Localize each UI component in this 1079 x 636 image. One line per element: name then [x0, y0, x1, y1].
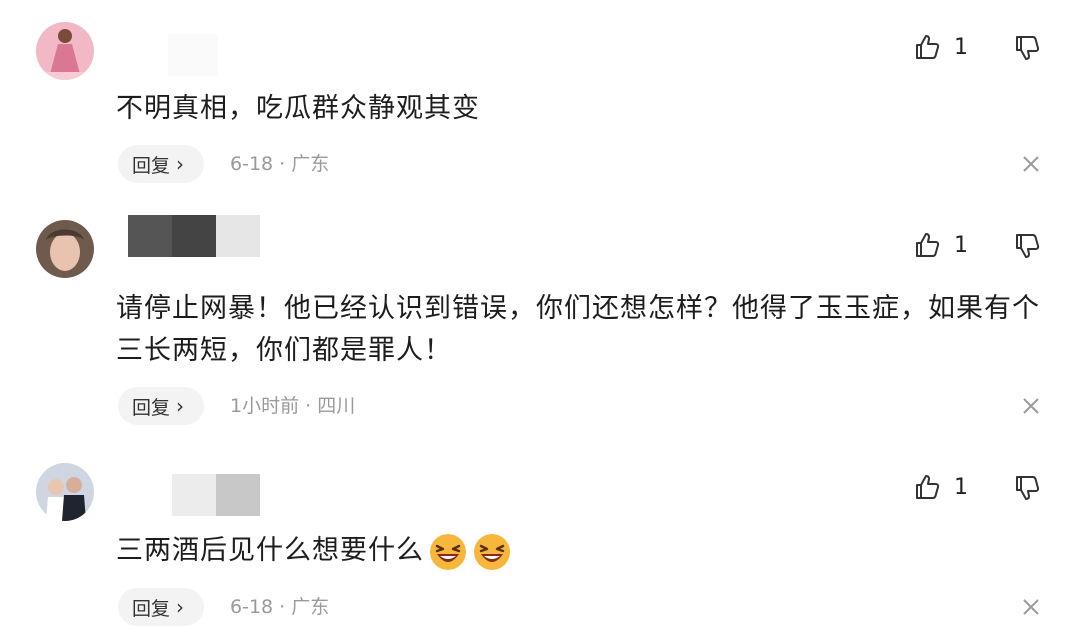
comment-meta: 6-18 · 广东: [230, 596, 330, 618]
reply-button[interactable]: 回复 ›: [118, 588, 204, 626]
comment-text: 不明真相，吃瓜群众静观其变: [116, 93, 480, 124]
user-avatar[interactable]: [36, 220, 94, 278]
thumbs-up-icon: [916, 475, 940, 499]
comment-meta: 6-18 · 广东: [230, 153, 330, 175]
user-avatar[interactable]: [36, 463, 94, 521]
close-icon[interactable]: [1020, 596, 1042, 618]
reply-button[interactable]: 回复 ›: [118, 387, 204, 425]
like-button[interactable]: 1: [912, 230, 968, 260]
laughing-face-emoji: [430, 533, 466, 570]
reply-label: 回复: [132, 154, 171, 177]
chevron-right-icon: ›: [176, 394, 185, 418]
user-avatar[interactable]: [36, 22, 94, 80]
username-blurred[interactable]: [128, 34, 228, 76]
like-count: 1: [954, 232, 968, 258]
dislike-button[interactable]: [1012, 473, 1042, 507]
like-button[interactable]: 1: [912, 472, 968, 502]
chevron-right-icon: ›: [176, 152, 185, 176]
like-button[interactable]: 1: [912, 32, 968, 62]
like-count: 1: [954, 34, 968, 60]
thumbs-down-icon: [1016, 36, 1040, 60]
close-icon[interactable]: [1020, 153, 1042, 175]
dislike-button[interactable]: [1012, 33, 1042, 67]
username-blurred[interactable]: [128, 474, 260, 516]
username-blurred[interactable]: [128, 215, 260, 257]
thumbs-up-icon: [916, 35, 940, 59]
laughing-face-emoji: [474, 533, 510, 570]
reply-label: 回复: [132, 597, 171, 620]
chevron-right-icon: ›: [176, 595, 185, 619]
thumbs-down-icon: [1016, 476, 1040, 500]
comment-text-row: 三两酒后见什么想要什么: [116, 530, 1046, 572]
comment-meta: 1小时前 · 四川: [230, 395, 356, 417]
reply-button[interactable]: 回复 ›: [118, 145, 204, 183]
thumbs-down-icon: [1016, 234, 1040, 258]
comment-text: 请停止网暴！他已经认识到错误，你们还想怎样？他得了玉玉症，如果有个三长两短，你们…: [116, 293, 1040, 366]
close-icon[interactable]: [1020, 395, 1042, 417]
comment-text: 三两酒后见什么想要什么: [116, 535, 424, 566]
reply-label: 回复: [132, 396, 171, 419]
dislike-button[interactable]: [1012, 231, 1042, 265]
like-count: 1: [954, 474, 968, 500]
thumbs-up-icon: [916, 233, 940, 257]
